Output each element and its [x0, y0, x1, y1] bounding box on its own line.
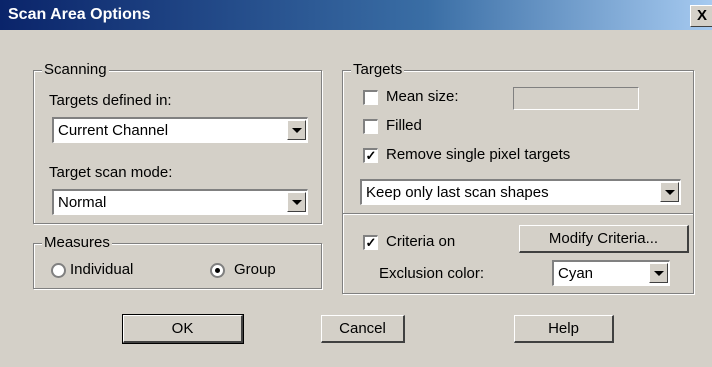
exclusion-color-label: Exclusion color:	[379, 265, 485, 282]
filled-label[interactable]: Filled	[386, 117, 422, 134]
scan-mode-value: Normal	[58, 194, 107, 211]
exclusion-color-value: Cyan	[558, 265, 594, 282]
check-icon: ✓	[365, 148, 377, 163]
measures-legend: Measures	[42, 234, 112, 251]
group-label[interactable]: Group	[234, 261, 276, 278]
scanning-group: Scanning Targets defined in: Current Cha…	[33, 61, 322, 224]
measures-group: Measures Individual Group	[33, 234, 322, 289]
group-radio[interactable]	[210, 263, 225, 278]
close-icon: X	[696, 7, 707, 24]
mean-size-field[interactable]	[513, 87, 639, 110]
criteria-checkbox[interactable]: ✓	[363, 235, 378, 250]
dropdown-arrow-icon[interactable]	[287, 192, 306, 212]
scan-mode-label: Target scan mode:	[49, 164, 173, 181]
dropdown-arrow-icon[interactable]	[660, 182, 679, 202]
cancel-button[interactable]: Cancel	[321, 315, 405, 343]
help-button[interactable]: Help	[514, 315, 614, 343]
mean-size-label[interactable]: Mean size:	[386, 88, 459, 105]
close-button[interactable]: X	[690, 5, 712, 27]
targets-divider	[343, 213, 693, 215]
targets-legend: Targets	[351, 61, 405, 78]
keep-shapes-value: Keep only last scan shapes	[366, 184, 549, 201]
dropdown-arrow-icon[interactable]	[287, 120, 306, 140]
scanning-legend: Scanning	[42, 61, 109, 78]
remove-single-label[interactable]: Remove single pixel targets	[386, 146, 570, 163]
check-icon: ✓	[365, 235, 377, 250]
ok-button[interactable]: OK	[122, 314, 244, 344]
targets-group: Targets Mean size: Filled ✓ Remove singl…	[342, 61, 694, 294]
modify-criteria-button[interactable]: Modify Criteria...	[519, 225, 689, 253]
scan-mode-select[interactable]: Normal	[52, 189, 308, 215]
targets-defined-select[interactable]: Current Channel	[52, 117, 308, 143]
criteria-label[interactable]: Criteria on	[386, 233, 455, 250]
mean-size-checkbox[interactable]	[363, 90, 378, 105]
title-bar: Scan Area Options X	[0, 0, 712, 30]
remove-single-checkbox[interactable]: ✓	[363, 148, 378, 163]
filled-checkbox[interactable]	[363, 119, 378, 134]
targets-defined-label: Targets defined in:	[49, 92, 172, 109]
targets-defined-value: Current Channel	[58, 122, 169, 139]
individual-radio[interactable]	[51, 263, 66, 278]
individual-label[interactable]: Individual	[70, 261, 133, 278]
keep-shapes-select[interactable]: Keep only last scan shapes	[360, 179, 681, 205]
exclusion-color-select[interactable]: Cyan	[552, 260, 670, 286]
window-title: Scan Area Options	[8, 6, 151, 23]
dropdown-arrow-icon[interactable]	[649, 263, 668, 283]
